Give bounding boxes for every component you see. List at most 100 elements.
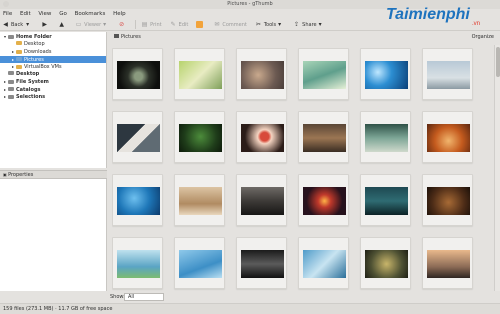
filter-label: Show: xyxy=(110,294,125,300)
toolbar: ◀ Back ▾ ▶ ▲ ▭ Viewer ▾ ⊘ ▤ Print ✎ Edit ✉ Comm… xyxy=(0,19,500,31)
tree-item-label: File System xyxy=(16,79,49,85)
tree-item-desktop[interactable]: Desktop xyxy=(0,71,106,79)
tree-item-catalogs[interactable]: ▸ Catalogs xyxy=(0,86,106,94)
thumbnail-image xyxy=(365,61,408,89)
menu-go[interactable]: Go xyxy=(59,11,67,17)
thumbnail[interactable] xyxy=(298,174,349,226)
tree-item-label: Catalogs xyxy=(16,86,41,93)
menu-file[interactable]: File xyxy=(3,11,12,17)
window-close-icon[interactable] xyxy=(3,1,9,7)
thumbnail[interactable] xyxy=(236,174,287,226)
thumbnail[interactable] xyxy=(174,48,225,100)
thumbnail-image xyxy=(241,187,284,215)
thumbnail[interactable] xyxy=(112,48,163,100)
forward-button[interactable]: ▶ xyxy=(41,21,50,28)
filter-bar: Show: All xyxy=(108,292,500,302)
tree-item-pictures[interactable]: ▸ Pictures xyxy=(0,55,106,63)
organize-button[interactable]: Organize xyxy=(472,32,494,42)
print-button[interactable]: ▤ Print xyxy=(141,19,162,31)
folder-icon xyxy=(16,64,22,69)
folder-tree-panel: ▾ Home Folder Desktop ▸ Downloads ▸ Pictures ▸ V… xyxy=(0,32,107,168)
thumbnail-image xyxy=(303,250,346,278)
tree-item-selections[interactable]: ▸ Selections xyxy=(0,93,106,101)
comment-button[interactable]: ✉ Comment xyxy=(213,19,247,31)
star-icon xyxy=(8,94,14,99)
properties-title: Properties xyxy=(8,172,34,178)
comment-icon: ✉ xyxy=(214,21,220,28)
tools-button[interactable]: ✂ Tools ▾ xyxy=(255,19,285,31)
tools-icon: ✂ xyxy=(255,21,261,28)
thumbnail[interactable] xyxy=(112,174,163,226)
toolbar-separator xyxy=(135,20,137,29)
tree-item-label: VirtualBox VMs xyxy=(24,64,62,70)
thumbnail-image xyxy=(179,61,222,89)
thumbnail[interactable] xyxy=(298,48,349,100)
tree-item-virtualbox-vms[interactable]: ▸ VirtualBox VMs xyxy=(0,63,106,71)
browser-mode-icon xyxy=(196,21,204,28)
menu-bookmarks[interactable]: Bookmarks xyxy=(75,11,106,17)
thumbnail[interactable] xyxy=(422,48,473,100)
scrollbar[interactable] xyxy=(494,45,500,291)
chevron-down-icon: ▾ xyxy=(26,21,30,28)
menu-edit[interactable]: Edit xyxy=(20,11,31,17)
up-button[interactable]: ▲ xyxy=(58,21,67,28)
tree-item-home-folder[interactable]: ▾ Home Folder xyxy=(0,33,106,41)
thumbnail[interactable] xyxy=(360,111,411,163)
thumbnail-image xyxy=(365,124,408,152)
properties-header[interactable]: ▣ Properties xyxy=(0,170,107,179)
thumbnail[interactable] xyxy=(360,237,411,289)
chevron-down-icon: ▾ xyxy=(278,21,282,28)
thumbnail[interactable] xyxy=(298,237,349,289)
thumbnail-image xyxy=(303,187,346,215)
properties-panel xyxy=(0,179,107,291)
menu-bar: File Edit View Go Bookmarks Help xyxy=(0,9,500,19)
catalog-icon xyxy=(8,87,14,91)
thumbnail[interactable] xyxy=(360,48,411,100)
thumbnail[interactable] xyxy=(236,48,287,100)
thumbnail-image xyxy=(365,250,408,278)
thumbnail-image xyxy=(117,61,160,89)
tree-item-desktop[interactable]: Desktop xyxy=(0,41,106,49)
tree-item-downloads[interactable]: ▸ Downloads xyxy=(0,48,106,56)
back-button[interactable]: ◀ Back ▾ xyxy=(2,19,33,31)
viewer-icon: ▭ xyxy=(75,21,82,28)
thumbnail[interactable] xyxy=(174,174,225,226)
tree-item-label: Selections xyxy=(16,94,46,100)
filter-select[interactable]: All xyxy=(124,293,164,301)
chevron-down-icon: ▾ xyxy=(318,21,322,28)
thumbnail[interactable] xyxy=(174,237,225,289)
tree-item-label: Desktop xyxy=(16,70,40,77)
stop-icon: ⊘ xyxy=(119,21,125,28)
tree-item-label: Home Folder xyxy=(16,34,52,40)
location-bar: Pictures Organize xyxy=(108,32,500,42)
drive-icon xyxy=(8,79,14,84)
viewer-button[interactable]: ▭ Viewer ▾ xyxy=(75,19,110,31)
scrollbar-thumb[interactable] xyxy=(496,47,500,77)
thumbnail[interactable] xyxy=(112,237,163,289)
status-bar: 159 files (273.1 MB) · 11.7 GB of free s… xyxy=(0,303,500,314)
browser-mode-button[interactable] xyxy=(196,21,205,28)
thumbnail[interactable] xyxy=(422,237,473,289)
thumbnail-image xyxy=(365,187,408,215)
tree-item-file-system[interactable]: ▸ File System xyxy=(0,78,106,86)
thumbnail[interactable] xyxy=(422,111,473,163)
desktop-icon xyxy=(8,71,14,75)
edit-icon: ✎ xyxy=(170,21,176,28)
edit-button[interactable]: ✎ Edit xyxy=(170,19,189,31)
menu-view[interactable]: View xyxy=(38,11,51,17)
thumbnail[interactable] xyxy=(360,174,411,226)
thumbnail[interactable] xyxy=(112,111,163,163)
tree-item-label: Pictures xyxy=(24,56,44,63)
menu-help[interactable]: Help xyxy=(113,11,126,17)
stop-button[interactable]: ⊘ xyxy=(118,21,127,28)
thumbnail-image xyxy=(303,61,346,89)
thumbnail-image xyxy=(179,250,222,278)
thumbnail[interactable] xyxy=(174,111,225,163)
thumbnail[interactable] xyxy=(422,174,473,226)
thumbnail[interactable] xyxy=(298,111,349,163)
thumbnail-image xyxy=(303,124,346,152)
thumbnail[interactable] xyxy=(236,237,287,289)
thumbnail[interactable] xyxy=(236,111,287,163)
share-button[interactable]: ⇪ Share ▾ xyxy=(293,19,325,31)
back-arrow-icon: ◀ xyxy=(3,21,8,28)
